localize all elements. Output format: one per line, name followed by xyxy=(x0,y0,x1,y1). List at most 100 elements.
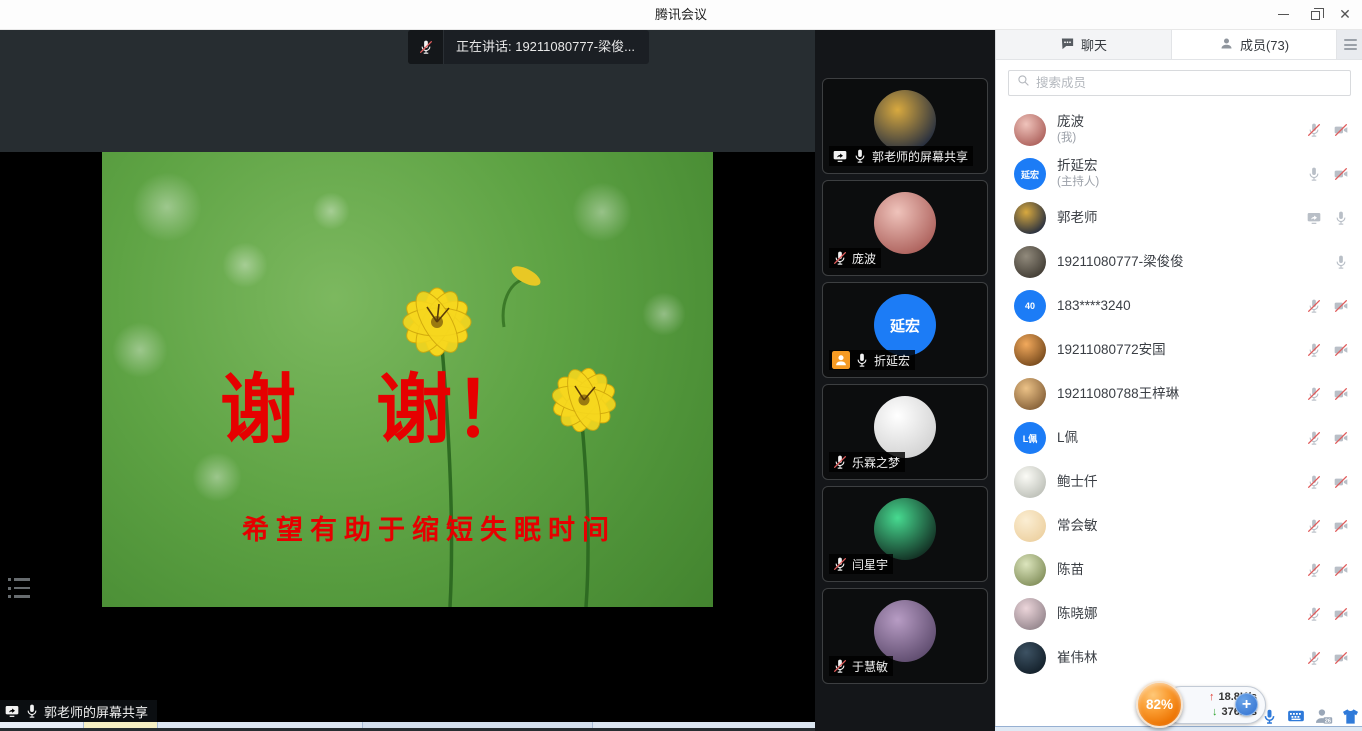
mic-icon xyxy=(854,352,870,368)
video-thumbnail[interactable]: 乐霖之梦 xyxy=(822,384,988,480)
memory-percent: 82% xyxy=(1146,697,1173,712)
thumbnail-name: 郭老师的屏幕共享 xyxy=(872,148,968,165)
screen-share-icon[interactable] xyxy=(1306,210,1322,226)
video-thumbnail[interactable]: 郭老师的屏幕共享 xyxy=(822,78,988,174)
tab-members[interactable]: 成员(73) xyxy=(1172,30,1337,59)
keyboard-icon[interactable] xyxy=(1286,706,1306,726)
avatar: 延宏 xyxy=(874,294,936,356)
memory-usage-ball[interactable]: 82% xyxy=(1136,681,1183,728)
member-row[interactable]: 鲍士仟 xyxy=(996,460,1362,504)
restore-button[interactable] xyxy=(1300,0,1330,29)
avatar: 延宏 xyxy=(1014,158,1046,190)
video-thumbnail[interactable]: 庞波 xyxy=(822,180,988,276)
member-row[interactable]: 19211080777-梁俊俊 xyxy=(996,240,1362,284)
mic-icon[interactable] xyxy=(1306,166,1322,182)
speaking-toast: 正在讲话: 19211080777-梁俊... xyxy=(408,30,649,64)
mic-icon[interactable] xyxy=(1333,210,1349,226)
mic-muted-icon[interactable] xyxy=(1306,474,1322,490)
cam-off-icon[interactable] xyxy=(1333,386,1349,402)
cam-off-icon[interactable] xyxy=(1333,298,1349,314)
avatar xyxy=(874,600,936,662)
avatar xyxy=(1014,598,1046,630)
skin-shirt-icon[interactable] xyxy=(1340,706,1360,726)
mic-muted-icon[interactable] xyxy=(1306,342,1322,358)
widget-plus-button[interactable]: + xyxy=(1235,693,1258,716)
svg-text:26: 26 xyxy=(1324,718,1330,724)
mic-muted-icon[interactable] xyxy=(1306,562,1322,578)
mic-muted-icon[interactable] xyxy=(1306,298,1322,314)
avatar xyxy=(1014,554,1046,586)
video-thumbnail[interactable]: 闫星宇 xyxy=(822,486,988,582)
panel-menu-button[interactable] xyxy=(1337,30,1362,59)
thumbnail-name: 庞波 xyxy=(852,250,876,267)
presentation-slide: 谢 谢！ 希望有助于缩短失眠时间 xyxy=(102,152,713,607)
member-row[interactable]: 郭老师 xyxy=(996,196,1362,240)
host-icon xyxy=(832,351,850,369)
mic-muted-icon[interactable] xyxy=(1306,606,1322,622)
thumbnail-name: 乐霖之梦 xyxy=(852,454,900,471)
mic-muted-icon[interactable] xyxy=(1306,518,1322,534)
member-row[interactable]: 庞波(我) xyxy=(996,108,1362,152)
mic-muted-icon[interactable] xyxy=(1306,386,1322,402)
mic-muted-icon xyxy=(832,454,848,470)
avatar xyxy=(1014,334,1046,366)
cam-off-icon[interactable] xyxy=(1333,342,1349,358)
title-bar: 腾讯会议 ✕ xyxy=(0,0,1362,30)
mic-muted-icon[interactable] xyxy=(1306,650,1322,666)
cam-off-icon[interactable] xyxy=(1333,166,1349,182)
member-name: 常会敏 xyxy=(1057,518,1306,535)
thumbnail-label: 乐霖之梦 xyxy=(829,452,905,472)
members-panel: 聊天 成员(73) 庞波(我) 延宏折延宏(主持人) 郭老师 192110807… xyxy=(995,30,1362,731)
thumbnail-label: 郭老师的屏幕共享 xyxy=(829,146,973,166)
member-name: 陈晓娜 xyxy=(1057,606,1306,623)
avatar xyxy=(874,90,936,152)
thumbnail-label: 折延宏 xyxy=(829,350,915,370)
avatar: 40 xyxy=(1014,290,1046,322)
member-row[interactable]: 19211080772安国 xyxy=(996,328,1362,372)
hamburger-icon xyxy=(1344,37,1357,53)
minimize-button[interactable] xyxy=(1268,0,1298,29)
member-row[interactable]: 常会敏 xyxy=(996,504,1362,548)
member-name: 陈苗 xyxy=(1057,562,1306,579)
close-button[interactable]: ✕ xyxy=(1330,0,1360,29)
avatar xyxy=(874,192,936,254)
layout-list-icon[interactable] xyxy=(8,578,30,598)
mic-tray-icon[interactable] xyxy=(1259,706,1279,726)
mic-icon[interactable] xyxy=(1333,254,1349,270)
member-name: 折延宏 xyxy=(1057,158,1306,175)
member-search-input[interactable] xyxy=(1036,76,1342,90)
cam-off-icon[interactable] xyxy=(1333,606,1349,622)
member-row[interactable]: 陈晓娜 xyxy=(996,592,1362,636)
member-row[interactable]: 崔伟林 xyxy=(996,636,1362,680)
cam-off-icon[interactable] xyxy=(1333,122,1349,138)
member-row[interactable]: L佩L佩 xyxy=(996,416,1362,460)
avatar xyxy=(874,396,936,458)
main-stage: 谢 谢！ 希望有助于缩短失眠时间 正在讲话: 19211080777-梁俊...… xyxy=(0,30,815,731)
speaking-toast-text: 正在讲话: 19211080777-梁俊... xyxy=(444,30,649,64)
member-name: 19211080788王梓琳 xyxy=(1057,386,1306,403)
member-row[interactable]: 19211080788王梓琳 xyxy=(996,372,1362,416)
video-thumbnail[interactable]: 于慧敏 xyxy=(822,588,988,684)
cam-off-icon[interactable] xyxy=(1333,518,1349,534)
member-role: (我) xyxy=(1057,131,1306,145)
tab-chat-label: 聊天 xyxy=(1081,35,1107,54)
member-row[interactable]: 延宏折延宏(主持人) xyxy=(996,152,1362,196)
mic-muted-icon[interactable] xyxy=(1306,122,1322,138)
cam-off-icon[interactable] xyxy=(1333,562,1349,578)
cam-off-icon[interactable] xyxy=(1333,474,1349,490)
thumbnail-label: 庞波 xyxy=(829,248,881,268)
person-26-icon[interactable]: 26 xyxy=(1313,706,1333,726)
mic-muted-icon[interactable] xyxy=(1306,430,1322,446)
member-name: 19211080777-梁俊俊 xyxy=(1057,254,1333,271)
member-role: (主持人) xyxy=(1057,175,1306,189)
member-search[interactable] xyxy=(1008,70,1351,96)
cam-off-icon[interactable] xyxy=(1333,430,1349,446)
tab-chat[interactable]: 聊天 xyxy=(996,30,1172,59)
member-row[interactable]: 陈苗 xyxy=(996,548,1362,592)
video-thumbnail[interactable]: 延宏 折延宏 xyxy=(822,282,988,378)
upload-arrow-icon: ↑ xyxy=(1209,690,1215,705)
member-list: 庞波(我) 延宏折延宏(主持人) 郭老师 19211080777-梁俊俊 401… xyxy=(996,108,1362,708)
cam-off-icon[interactable] xyxy=(1333,650,1349,666)
presenter-taskbar-sliver xyxy=(0,722,815,728)
member-row[interactable]: 40183****3240 xyxy=(996,284,1362,328)
